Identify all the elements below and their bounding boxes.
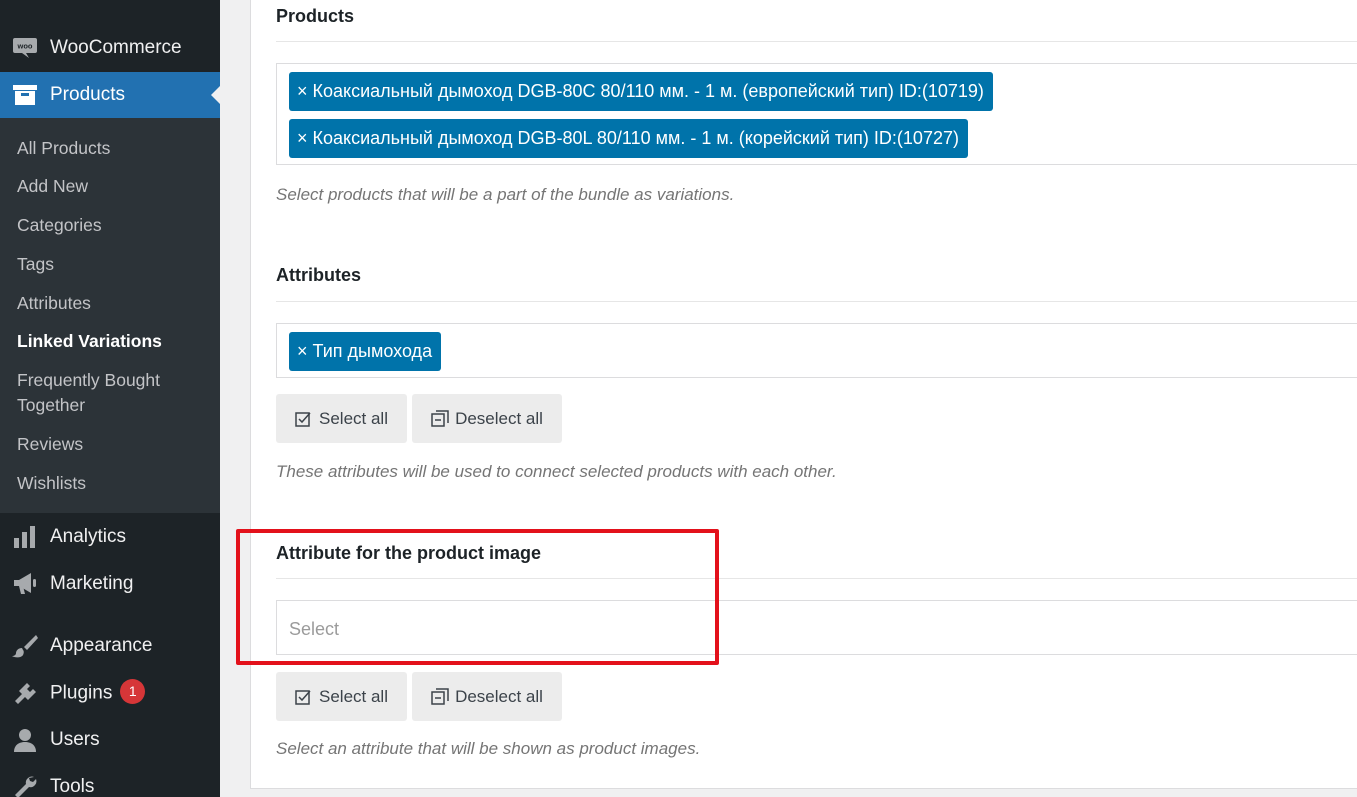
- wrench-icon: [12, 774, 38, 797]
- menu-item-users[interactable]: Users: [0, 717, 220, 763]
- paintbrush-icon: [12, 633, 38, 659]
- menu-label: Products: [50, 84, 125, 105]
- divider: [276, 41, 1357, 42]
- button-label: Select all: [319, 686, 388, 706]
- plug-icon: [12, 680, 38, 706]
- menu-label: Users: [50, 729, 100, 750]
- chip-label: Коаксиальный дымоход DGB-80L 80/110 мм. …: [312, 128, 959, 148]
- user-icon: [12, 727, 38, 753]
- product-chip[interactable]: × Коаксиальный дымоход DGB-80L 80/110 мм.…: [289, 119, 968, 158]
- submenu-item-categories[interactable]: Categories: [17, 213, 102, 238]
- menu-label: Marketing: [50, 573, 134, 594]
- checkbox-minus-icon: [431, 409, 449, 427]
- menu-label: Analytics: [50, 526, 127, 547]
- submenu-item-linked-variations[interactable]: Linked Variations: [17, 329, 162, 354]
- svg-text:woo: woo: [17, 42, 33, 51]
- remove-icon[interactable]: ×: [297, 341, 308, 361]
- attribute-chip[interactable]: × Тип дымохода: [289, 332, 442, 371]
- menu-item-woocommerce[interactable]: woo WooCommerce: [0, 25, 220, 71]
- checkbox-checked-icon: [295, 689, 311, 705]
- attributes-description: These attributes will be used to connect…: [276, 462, 837, 481]
- submenu-item-tags[interactable]: Tags: [17, 252, 54, 277]
- button-label: Select all: [319, 408, 388, 428]
- checkbox-minus-icon: [431, 687, 449, 705]
- highlight-annotation: [236, 529, 719, 665]
- bar-chart-icon: [12, 524, 38, 550]
- submenu-item-frequently-bought[interactable]: Frequently Bought: [17, 368, 160, 393]
- woo-icon: woo: [12, 35, 38, 61]
- chip-label: Коаксиальный дымоход DGB-80C 80/110 мм. …: [312, 81, 984, 101]
- menu-item-products[interactable]: Products: [0, 72, 220, 118]
- divider: [276, 301, 1357, 302]
- attributes-select-field[interactable]: × Тип дымохода: [276, 323, 1357, 378]
- products-description: Select products that will be a part of t…: [276, 185, 735, 204]
- submenu-item-all-products[interactable]: All Products: [17, 136, 110, 161]
- attributes-section-title: Attributes: [276, 265, 361, 285]
- update-count-badge: 1: [120, 678, 146, 704]
- menu-label: Plugins 1: [50, 678, 146, 706]
- menu-item-plugins[interactable]: Plugins 1: [0, 670, 220, 716]
- button-label: Deselect all: [455, 686, 543, 706]
- admin-sidebar: woo WooCommerce Products All Products Ad…: [0, 0, 220, 797]
- deselect-all-button[interactable]: Deselect all: [412, 394, 562, 443]
- megaphone-icon: [12, 571, 38, 597]
- menu-item-appearance[interactable]: Appearance: [0, 623, 220, 669]
- submenu-item-add-new[interactable]: Add New: [17, 174, 88, 199]
- menu-item-tools[interactable]: Tools: [0, 764, 220, 797]
- menu-label: Appearance: [50, 635, 153, 656]
- button-label: Deselect all: [455, 408, 543, 428]
- product-chip[interactable]: × Коаксиальный дымоход DGB-80C 80/110 мм.…: [289, 72, 993, 111]
- menu-label: Tools: [50, 776, 95, 797]
- chip-label: Тип дымохода: [312, 341, 433, 361]
- menu-item-analytics[interactable]: Analytics: [0, 514, 220, 560]
- archive-icon: [12, 82, 38, 108]
- submenu-item-wishlists[interactable]: Wishlists: [17, 471, 86, 496]
- menu-item-marketing[interactable]: Marketing: [0, 561, 220, 607]
- submenu-item-attributes[interactable]: Attributes: [17, 291, 91, 316]
- products-select-field[interactable]: × Коаксиальный дымоход DGB-80C 80/110 мм.…: [276, 63, 1357, 165]
- select-all-button[interactable]: Select all: [276, 394, 407, 443]
- deselect-all-button[interactable]: Deselect all: [412, 672, 562, 721]
- products-submenu: All Products Add New Categories Tags Att…: [0, 118, 220, 513]
- select-all-button[interactable]: Select all: [276, 672, 407, 721]
- submenu-item-reviews[interactable]: Reviews: [17, 432, 83, 457]
- remove-icon[interactable]: ×: [297, 128, 308, 148]
- image-attribute-description: Select an attribute that will be shown a…: [276, 739, 701, 758]
- menu-label: WooCommerce: [50, 37, 182, 58]
- checkbox-checked-icon: [295, 411, 311, 427]
- remove-icon[interactable]: ×: [297, 81, 308, 101]
- submenu-item-together[interactable]: Together: [17, 393, 85, 418]
- products-section-title: Products: [276, 6, 355, 26]
